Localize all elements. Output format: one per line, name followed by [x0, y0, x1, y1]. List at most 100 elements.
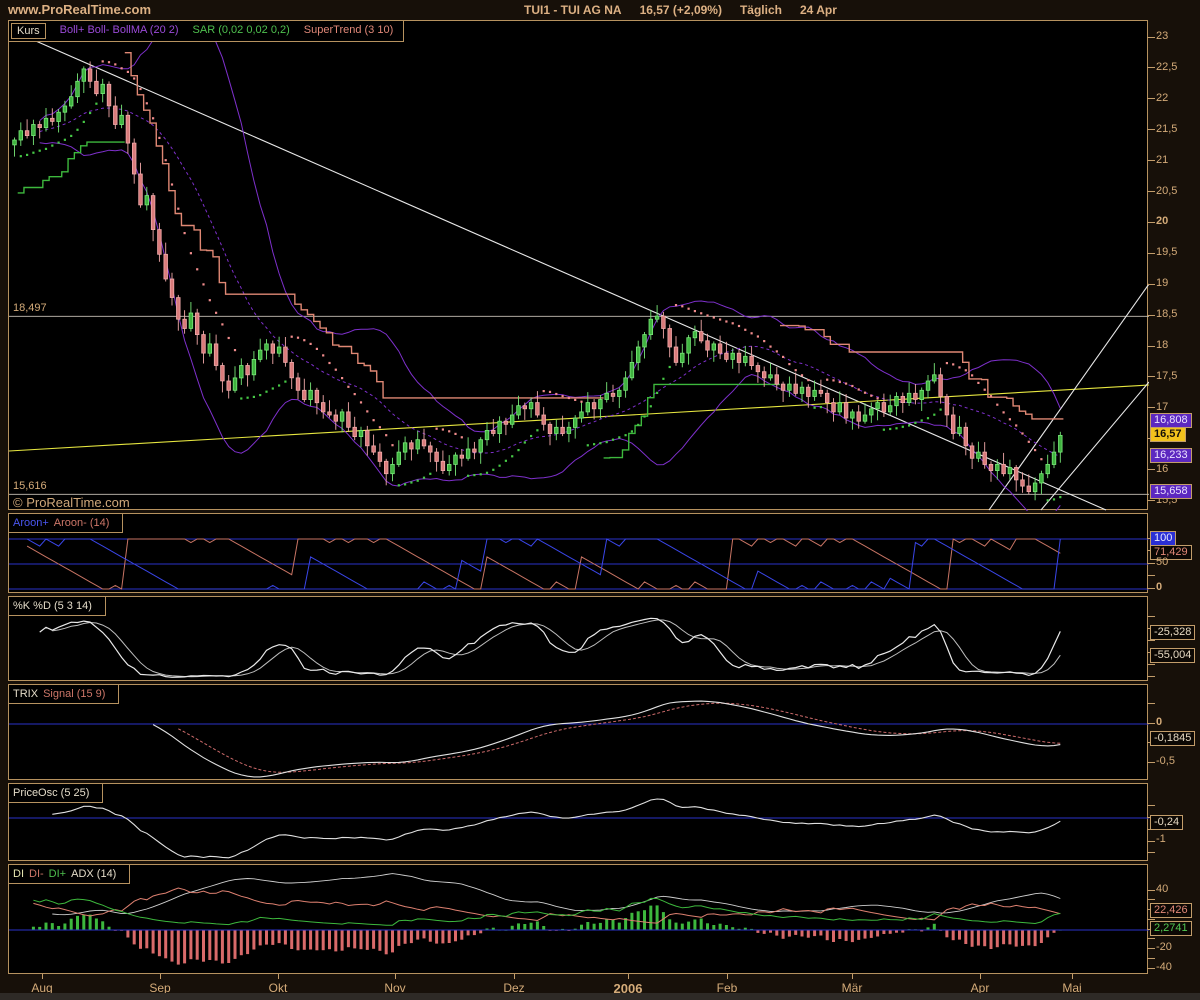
- axis-tick: [1147, 899, 1155, 900]
- priceosc-label[interactable]: PriceOsc (5 25): [13, 787, 89, 799]
- di-label[interactable]: DI: [13, 868, 24, 880]
- stoch-axis-label: -25,328: [1150, 625, 1195, 640]
- axis-tick: [1147, 346, 1155, 347]
- price-axis-label: 20,5: [1156, 185, 1177, 198]
- axis-tick: [1147, 890, 1155, 891]
- kurs-label[interactable]: Kurs: [11, 23, 46, 39]
- price-axis-label: 19: [1156, 277, 1168, 290]
- di-minus-label[interactable]: DI-: [29, 868, 44, 880]
- time-axis-tick: [42, 974, 43, 979]
- stochastic-label[interactable]: %K %D (5 3 14): [13, 600, 92, 612]
- stochastic-plot[interactable]: [9, 597, 1147, 680]
- price-box: 16,57: [1150, 427, 1186, 442]
- axis-tick: [1147, 563, 1155, 564]
- time-axis-tick: [1072, 974, 1073, 979]
- title-price: 16,57 (+2,09%): [640, 3, 722, 17]
- trix-signal-label[interactable]: Signal (15 9): [43, 688, 105, 700]
- posc-axis-label: -0,24: [1150, 815, 1183, 830]
- bollinger-label[interactable]: Boll+ Boll- BollMA (20 2): [60, 23, 179, 39]
- aroon-axis-label: 50: [1156, 556, 1168, 569]
- axis-tick: [1147, 253, 1155, 254]
- axis-tick: [1147, 676, 1155, 677]
- trix-axis-label: -0,5: [1156, 755, 1175, 768]
- axis-tick: [1147, 407, 1155, 408]
- price-axis-label: 19,5: [1156, 246, 1177, 259]
- axis-tick: [1147, 575, 1155, 576]
- priceosc-plot[interactable]: [9, 784, 1147, 860]
- watermark: © ProRealTime.com: [13, 495, 130, 510]
- trix-axis-label: 0: [1156, 716, 1162, 729]
- hline-label-upper: 18,497: [13, 302, 47, 314]
- hline-label-lower: 15,616: [13, 480, 47, 492]
- aroon-plot[interactable]: [9, 514, 1147, 592]
- chart-title: TUI1 - TUI AG NA16,57 (+2,09%)Täglich24 …: [524, 3, 855, 17]
- price-axis-label: 21: [1156, 154, 1168, 167]
- brand-link[interactable]: www.ProRealTime.com: [8, 2, 151, 17]
- priceosc-panel[interactable]: PriceOsc (5 25): [8, 783, 1148, 861]
- adx-axis-label: -40: [1156, 961, 1172, 974]
- aroon-axis-label: 0: [1156, 581, 1162, 594]
- aroon-panel-header: Aroon+ Aroon- (14): [9, 514, 123, 533]
- axis-tick: [1147, 469, 1155, 470]
- price-box: 15,658: [1150, 484, 1192, 499]
- axis-tick: [1147, 841, 1155, 842]
- time-axis-tick: [980, 974, 981, 979]
- axis-tick: [1147, 723, 1155, 724]
- time-axis-tick: [278, 974, 279, 979]
- axis-tick: [1147, 98, 1155, 99]
- price-axis-label: 18,5: [1156, 308, 1177, 321]
- axis-tick: [1147, 948, 1155, 949]
- price-box: 16,233: [1150, 448, 1192, 463]
- axis-tick: [1147, 919, 1155, 920]
- aroon-axis-label: 100: [1150, 531, 1176, 546]
- di-plus-label[interactable]: DI+: [49, 868, 66, 880]
- price-axis-label: 16: [1156, 463, 1168, 476]
- axis-tick: [1147, 284, 1155, 285]
- candlestick-plot[interactable]: [9, 21, 1147, 509]
- axis-tick: [1147, 500, 1155, 501]
- aroon-minus-label[interactable]: Aroon- (14): [54, 517, 110, 529]
- price-chart-panel[interactable]: Kurs Boll+ Boll- BollMA (20 2) SAR (0,02…: [8, 20, 1148, 510]
- axis-tick: [1147, 37, 1155, 38]
- adx-axis-label: 40: [1156, 883, 1168, 896]
- price-panel-header: Kurs Boll+ Boll- BollMA (20 2) SAR (0,02…: [9, 21, 404, 42]
- adx-label[interactable]: ADX (14): [71, 868, 116, 880]
- trix-plot[interactable]: [9, 685, 1147, 779]
- title-period: Täglich: [740, 3, 782, 17]
- axis-tick: [1147, 129, 1155, 130]
- axis-tick: [1147, 958, 1155, 959]
- trix-axis-label: -0,1845: [1150, 731, 1195, 746]
- price-axis-label: 22,5: [1156, 61, 1177, 74]
- adx-axis-label: 22,426: [1150, 903, 1192, 918]
- aroon-plus-label[interactable]: Aroon+: [13, 517, 49, 529]
- price-axis-label: 21,5: [1156, 123, 1177, 136]
- price-axis-label: 20: [1156, 215, 1168, 228]
- adx-panel[interactable]: DI DI- DI+ ADX (14): [8, 864, 1148, 974]
- supertrend-label[interactable]: SuperTrend (3 10): [304, 23, 393, 39]
- aroon-panel[interactable]: Aroon+ Aroon- (14): [8, 513, 1148, 593]
- time-axis-tick: [160, 974, 161, 979]
- priceosc-panel-header: PriceOsc (5 25): [9, 784, 103, 803]
- price-axis-label: 23: [1156, 30, 1168, 43]
- axis-tick: [1147, 222, 1155, 223]
- stoch-axis-label: -55,004: [1150, 648, 1195, 663]
- time-axis-tick: [852, 974, 853, 979]
- price-axis-label: 17,5: [1156, 370, 1177, 383]
- time-axis-tick: [514, 974, 515, 979]
- stochastic-panel[interactable]: %K %D (5 3 14): [8, 596, 1148, 681]
- sar-label[interactable]: SAR (0,02 0,02 0,2): [193, 23, 290, 39]
- adx-axis-label: 2,2741: [1150, 921, 1192, 936]
- time-axis-tick: [727, 974, 728, 979]
- bottom-scrollbar[interactable]: [0, 993, 1200, 1000]
- axis-tick: [1147, 616, 1155, 617]
- axis-tick: [1147, 938, 1155, 939]
- prorealtime-chart-window: www.ProRealTime.com TUI1 - TUI AG NA16,5…: [0, 0, 1200, 1000]
- axis-tick: [1147, 968, 1155, 969]
- axis-tick: [1147, 376, 1155, 377]
- trix-panel[interactable]: TRIX Signal (15 9): [8, 684, 1148, 780]
- axis-tick: [1147, 703, 1155, 704]
- axis-tick: [1147, 664, 1155, 665]
- axis-tick: [1147, 67, 1155, 68]
- trix-label[interactable]: TRIX: [13, 688, 38, 700]
- adx-plot[interactable]: [9, 865, 1147, 973]
